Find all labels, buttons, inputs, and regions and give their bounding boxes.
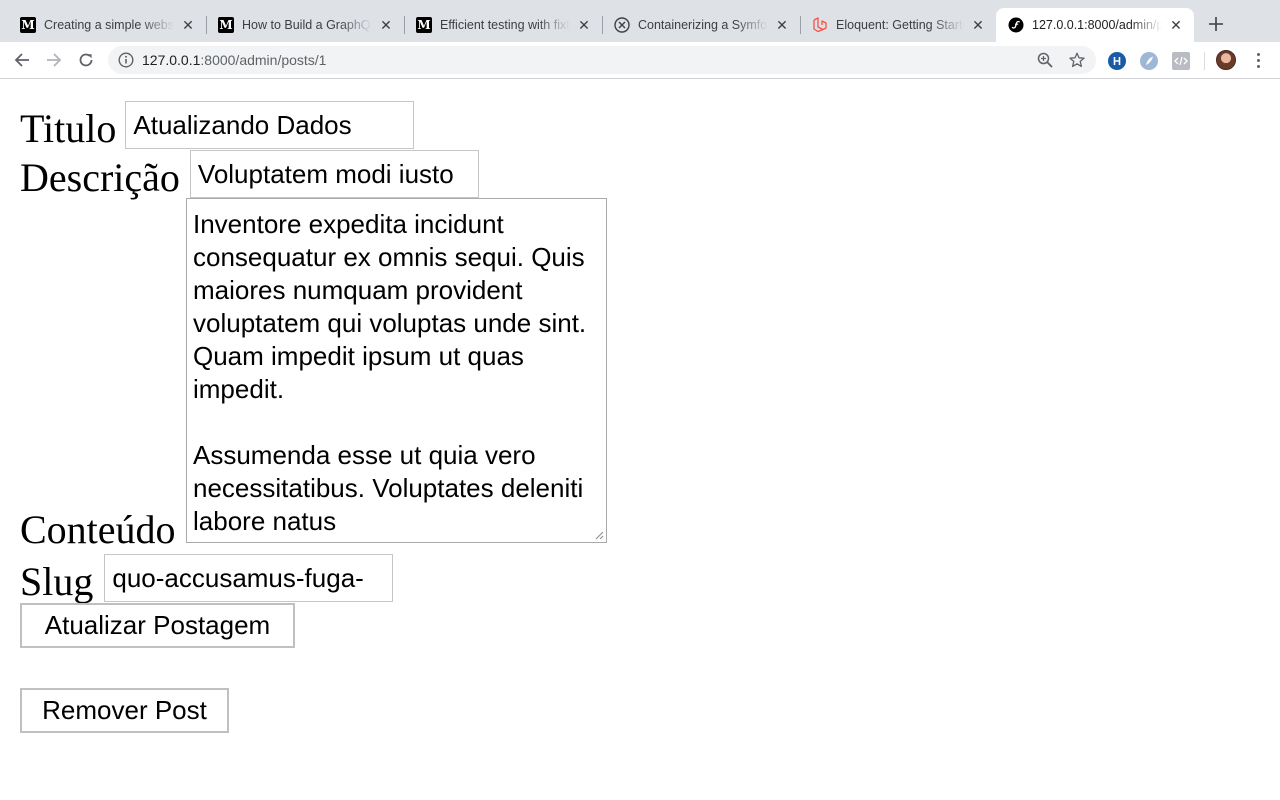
slug-input[interactable]: quo-accusamus-fuga- — [104, 554, 394, 602]
slug-label: Slug — [20, 559, 94, 604]
reload-icon[interactable] — [73, 47, 99, 73]
tab-eloquent[interactable]: Eloquent: Getting Started ✕ — [800, 8, 996, 42]
extension-feather-icon[interactable] — [1140, 52, 1158, 70]
close-icon[interactable]: ✕ — [970, 17, 986, 33]
profile-avatar[interactable] — [1216, 50, 1236, 70]
bookmark-star-icon[interactable] — [1069, 52, 1085, 68]
tab-title: Creating a simple website — [44, 18, 174, 32]
tab-containerizing-symfony[interactable]: Containerizing a Symfony ✕ — [602, 8, 800, 42]
tab-graphql[interactable]: M How to Build a GraphQL ✕ — [206, 8, 404, 42]
extension-h-icon[interactable] — [1108, 52, 1126, 70]
symfony-icon — [1008, 17, 1024, 33]
laravel-icon — [812, 17, 828, 33]
forward-arrow-icon[interactable] — [41, 47, 67, 73]
resize-grip-icon[interactable] — [595, 531, 604, 540]
close-icon[interactable]: ✕ — [774, 17, 790, 33]
url-text: 127.0.0.1:8000/admin/posts/1 — [142, 52, 326, 68]
slug-row: Slug quo-accusamus-fuga- — [20, 554, 394, 604]
medium-icon: M — [20, 17, 36, 33]
tab-title: Containerizing a Symfony — [638, 18, 768, 32]
close-icon[interactable]: ✕ — [1168, 17, 1184, 33]
remover-post-button[interactable]: Remover Post — [20, 688, 229, 733]
titulo-label: Titulo — [20, 106, 117, 151]
tab-strip: M Creating a simple website ✕ M How to B… — [0, 0, 1280, 42]
descricao-row: Descrição Voluptatem modi iusto — [20, 150, 479, 198]
page-content: Titulo Atualizando Dados Descrição Volup… — [0, 80, 1280, 800]
tab-title: Efficient testing with fixtures — [440, 18, 570, 32]
browser-toolbar: 127.0.0.1:8000/admin/posts/1 — [0, 42, 1280, 79]
titulo-input[interactable]: Atualizando Dados — [125, 101, 415, 149]
atualizar-postagem-button[interactable]: Atualizar Postagem — [20, 603, 295, 648]
extension-code-icon[interactable] — [1172, 52, 1190, 70]
toolbar-separator — [1204, 52, 1205, 70]
x-circle-icon — [614, 17, 630, 33]
descricao-input[interactable]: Voluptatem modi iusto — [189, 150, 479, 198]
medium-icon: M — [218, 17, 234, 33]
address-bar[interactable]: 127.0.0.1:8000/admin/posts/1 — [108, 46, 1096, 74]
close-icon[interactable]: ✕ — [378, 17, 394, 33]
url-host: 127.0.0.1 — [142, 52, 201, 68]
zoom-icon[interactable] — [1037, 52, 1053, 68]
conteudo-label: Conteúdo — [20, 507, 176, 552]
titulo-row: Titulo Atualizando Dados — [20, 101, 415, 151]
url-path: :8000/admin/posts/1 — [200, 52, 327, 68]
new-tab-plus-icon[interactable] — [1204, 12, 1228, 36]
tab-title: How to Build a GraphQL — [242, 18, 372, 32]
descricao-label: Descrição — [20, 155, 180, 200]
tab-title: 127.0.0.1:8000/admin/posts/1 — [1032, 18, 1162, 32]
menu-kebab-icon[interactable] — [1250, 50, 1266, 70]
info-icon[interactable] — [118, 52, 134, 68]
close-icon[interactable]: ✕ — [576, 17, 592, 33]
tab-admin-posts-active[interactable]: 127.0.0.1:8000/admin/posts/1 ✕ — [996, 8, 1194, 42]
medium-icon: M — [416, 17, 432, 33]
tab-efficient-testing[interactable]: M Efficient testing with fixtures ✕ — [404, 8, 602, 42]
close-icon[interactable]: ✕ — [180, 17, 196, 33]
tab-title: Eloquent: Getting Started — [836, 18, 964, 32]
conteudo-textarea[interactable]: Inventore expedita incidunt consequatur … — [186, 198, 607, 543]
back-arrow-icon[interactable] — [9, 47, 35, 73]
tab-creating-simple-website[interactable]: M Creating a simple website ✕ — [8, 8, 206, 42]
conteudo-text: Inventore expedita incidunt consequatur … — [193, 209, 587, 536]
